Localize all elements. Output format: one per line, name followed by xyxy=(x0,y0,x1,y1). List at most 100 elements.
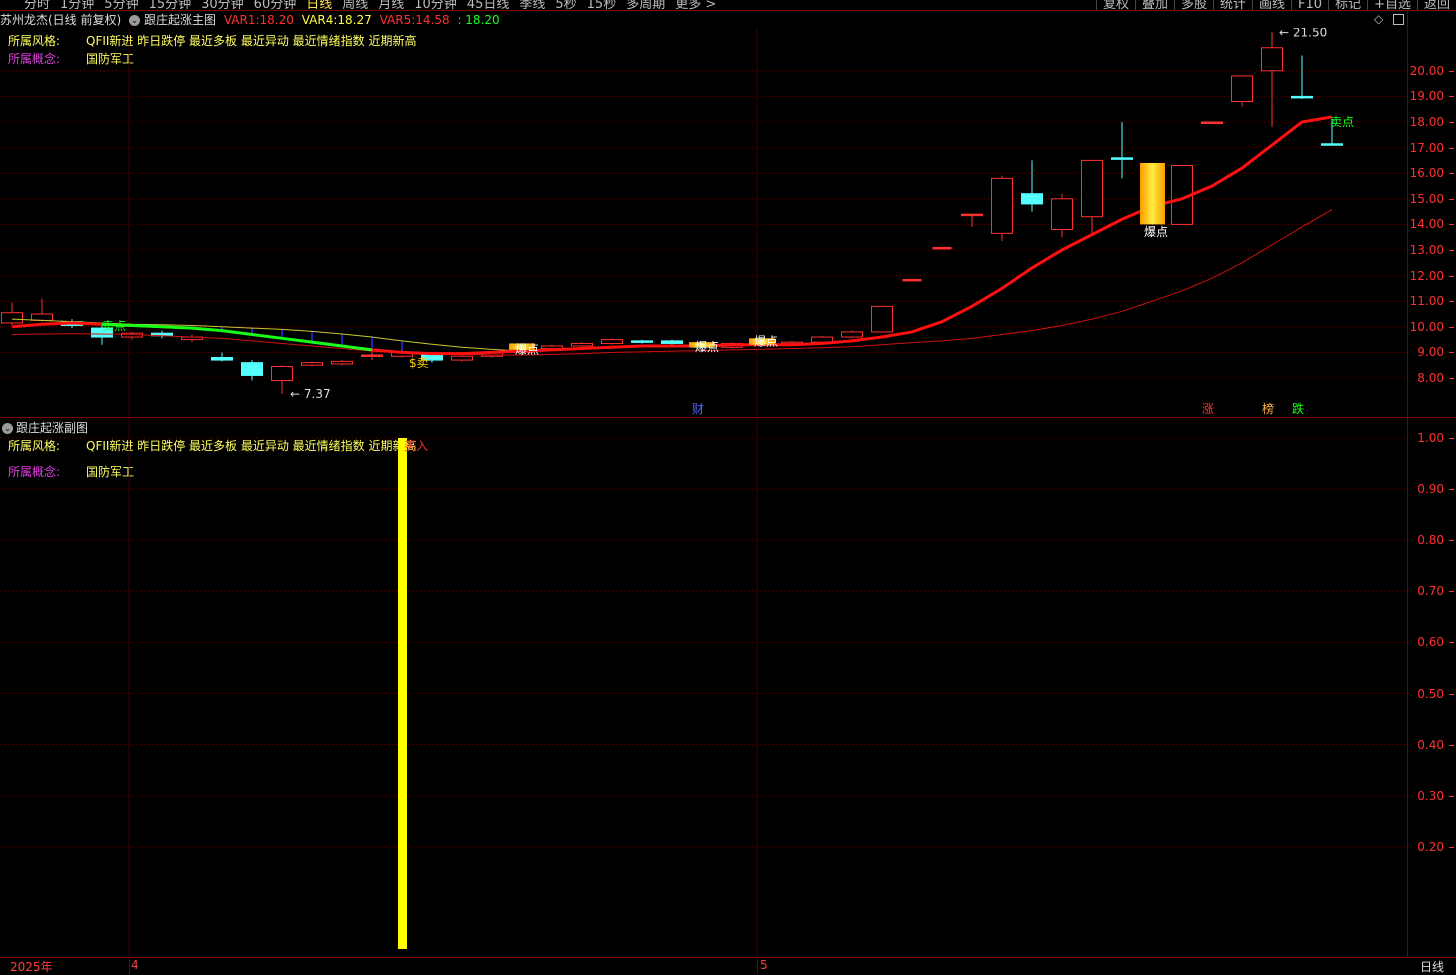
candle-body xyxy=(1231,75,1253,103)
value-tick: 0.80 xyxy=(1417,533,1454,548)
candle-body xyxy=(932,246,952,250)
candle-body xyxy=(361,354,383,357)
tab-5[interactable]: 60分钟 xyxy=(254,0,297,10)
event-marker: 跌 xyxy=(1292,401,1304,416)
price-tick: 13.00 xyxy=(1409,243,1455,257)
candle-body xyxy=(1201,121,1223,124)
date-label-april: 4 xyxy=(131,958,139,972)
date-label-may: 5 xyxy=(760,958,768,972)
tab-15[interactable]: 更多 > xyxy=(675,0,716,10)
candle-body xyxy=(661,340,683,344)
var5-value: 14.58 xyxy=(415,13,450,27)
tab-4[interactable]: 30分钟 xyxy=(201,0,244,10)
tab-6[interactable]: 日线 xyxy=(306,0,332,10)
tab-13[interactable]: 15秒 xyxy=(587,0,617,10)
value-tick: 1.00 xyxy=(1417,431,1454,445)
value-tick: 0.70 xyxy=(1417,584,1454,599)
toolbar-button-5[interactable]: F10 xyxy=(1291,0,1328,10)
tab-11[interactable]: 季线 xyxy=(519,0,545,10)
low-price-label: ← 7.37 xyxy=(290,387,331,401)
value-tick: 0.20 xyxy=(1417,839,1454,854)
event-marker: 榜 xyxy=(1262,401,1274,416)
var1-label: VAR1: xyxy=(223,13,260,27)
indicator-name[interactable]: 跟庄起涨主图 xyxy=(144,13,216,27)
candle-body xyxy=(1291,95,1313,99)
date-axis xyxy=(0,957,1456,975)
value-tick: 0.60 xyxy=(1417,635,1454,650)
price-tick: 18.00 xyxy=(1409,115,1455,129)
candle-body xyxy=(902,278,922,282)
price-tick: 12.00 xyxy=(1409,268,1455,283)
candle-body xyxy=(1111,157,1133,160)
price-tick: 11.00 xyxy=(1409,294,1455,309)
explode-label: 爆点 xyxy=(1144,225,1168,239)
buy-label: 买入 xyxy=(404,439,428,453)
toolbar-button-2[interactable]: 多股 xyxy=(1173,0,1213,10)
high-price-label: ← 21.50 xyxy=(1279,28,1327,39)
var-extra: : 18.20 xyxy=(457,13,500,27)
explode-label: 爆点 xyxy=(695,340,719,354)
main-candlestick-chart[interactable]: ← 21.50← 7.37卖点卖点爆点 爆点 爆点爆点$卖财涨榜跌 xyxy=(0,28,1408,417)
var4-label: VAR4: xyxy=(301,13,338,27)
candle-body xyxy=(841,331,863,338)
tab-9[interactable]: 10分钟 xyxy=(414,0,457,10)
sub-value-axis: 0.20 0.30 0.40 0.50 0.60 0.70 0.80 0.90 1.00 xyxy=(1408,418,1456,957)
var4-value: 18.27 xyxy=(337,13,372,27)
toolbar-right-buttons: 复权 叠加 多股 统计 画线 F10 标记 +自选 返回 xyxy=(1095,0,1456,10)
chevron-down-icon[interactable]: ⌄ xyxy=(129,15,141,26)
candle-body xyxy=(1051,198,1073,231)
tab-0[interactable]: 分时 xyxy=(24,0,50,10)
candle-body xyxy=(211,357,233,361)
buy-sell-label: $卖 xyxy=(409,356,429,370)
value-tick: 0.50 xyxy=(1417,686,1454,701)
candle-body xyxy=(331,360,353,365)
tab-2[interactable]: 5分钟 xyxy=(104,0,138,10)
candle-body xyxy=(601,339,623,344)
tab-7[interactable]: 周线 xyxy=(342,0,368,10)
toolbar-button-8[interactable]: 返回 xyxy=(1416,0,1456,10)
toolbar-button-7[interactable]: +自选 xyxy=(1367,0,1417,10)
price-tick: 8.00 xyxy=(1417,371,1454,385)
thick-red-ma-line xyxy=(371,115,1333,356)
toolbar-button-4[interactable]: 画线 xyxy=(1252,0,1291,10)
tab-10[interactable]: 45日线 xyxy=(467,0,510,10)
price-tick: 16.00 xyxy=(1409,166,1455,181)
price-tick: 19.00 xyxy=(1409,89,1455,104)
signal-bar xyxy=(398,438,407,949)
toolbar-button-1[interactable]: 叠加 xyxy=(1134,0,1174,10)
explode-block xyxy=(1140,162,1165,225)
candle-body xyxy=(1081,159,1103,218)
toolbar-button-3[interactable]: 统计 xyxy=(1213,0,1252,10)
sub-indicator-chart[interactable]: 买入 xyxy=(0,418,1408,957)
candle-body xyxy=(241,362,263,376)
value-tick: 0.90 xyxy=(1417,482,1454,497)
candle-body xyxy=(871,305,893,333)
candle-body xyxy=(1321,143,1343,146)
candle-body xyxy=(31,313,53,321)
main-price-axis: 8.00 9.00 10.00 11.00 12.00 13.00 14.00 15.00 16… xyxy=(1408,28,1456,417)
period-label[interactable]: 日线 xyxy=(1420,958,1444,975)
tab-3[interactable]: 15分钟 xyxy=(149,0,192,10)
price-tick: 17.00 xyxy=(1409,140,1455,155)
candle-body xyxy=(961,213,983,217)
tab-1[interactable]: 1分钟 xyxy=(60,0,94,10)
tab-8[interactable]: 月线 xyxy=(378,0,404,10)
toolbar-button-6[interactable]: 标记 xyxy=(1328,0,1367,10)
tab-12[interactable]: 5秒 xyxy=(555,0,576,10)
maximize-icon[interactable] xyxy=(1393,14,1404,25)
diamond-icon[interactable]: ◇ xyxy=(1374,12,1383,26)
toolbar-button-0[interactable]: 复权 xyxy=(1095,0,1135,10)
candle-body xyxy=(1021,193,1043,205)
date-tick xyxy=(757,958,758,974)
period-tabs: 分时 1分钟 5分钟 15分钟 30分钟 60分钟 日线 周线 月线 10分钟 45日线 季线 5秒 15… xyxy=(24,0,726,10)
price-tick: 14.00 xyxy=(1409,217,1455,232)
stock-title[interactable]: 苏州龙杰(日线 前复权) xyxy=(0,13,121,27)
event-marker: 涨 xyxy=(1202,401,1214,416)
tab-14[interactable]: 多周期 xyxy=(626,0,665,10)
candle-body xyxy=(271,365,293,382)
price-tick: 9.00 xyxy=(1417,345,1454,360)
event-marker: 财 xyxy=(692,402,704,416)
thin-red-ma-line xyxy=(11,209,1333,356)
date-label-year: 2025年 xyxy=(10,960,53,974)
panel-controls: ◇ xyxy=(1374,12,1404,26)
